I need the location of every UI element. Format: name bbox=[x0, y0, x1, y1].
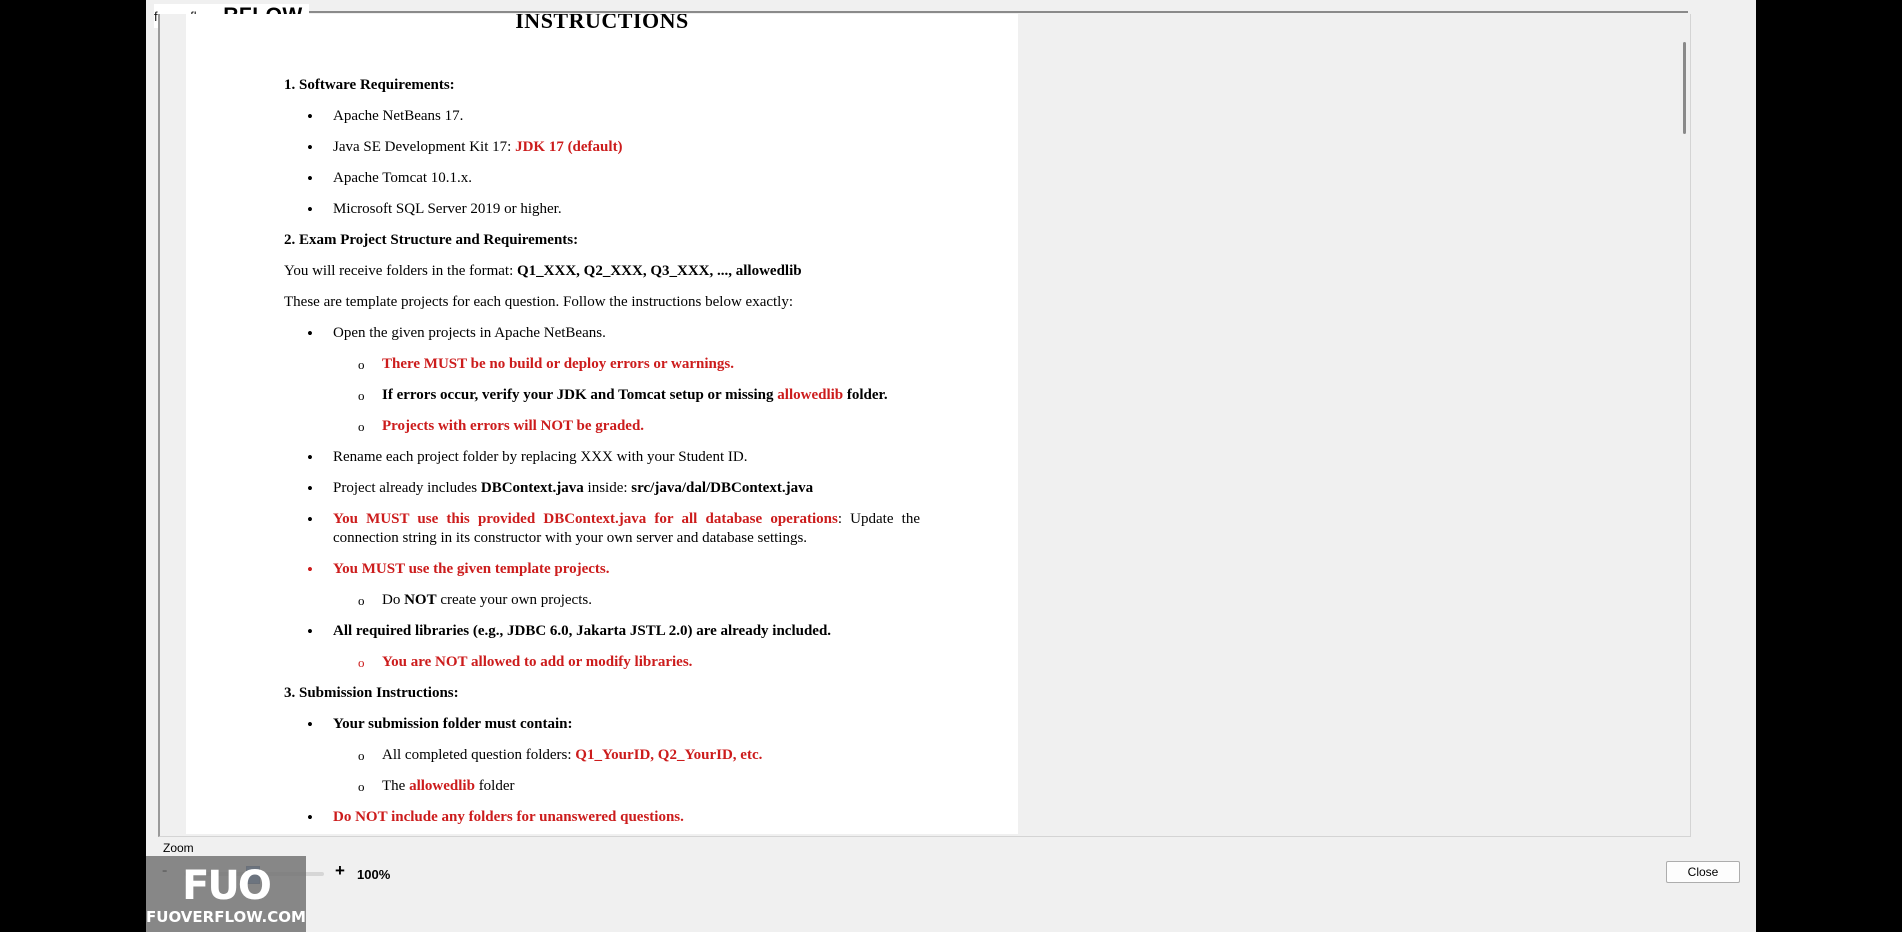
folder-highlight: Q1_YourID, Q2_YourID, etc. bbox=[575, 747, 763, 763]
list-item: Java SE Development Kit 17: JDK 17 (defa… bbox=[284, 138, 920, 157]
watermark-logo-mark: FUO bbox=[182, 863, 272, 909]
list-item-text: inside: bbox=[583, 480, 632, 496]
warning-text: Do NOT include any folders for unanswere… bbox=[333, 809, 684, 825]
sub-list-item: Do NOT create your own projects. bbox=[284, 591, 920, 610]
section-heading-software: 1. Software Requirements: bbox=[284, 77, 455, 93]
list-item-text: Open the given projects in Apache NetBea… bbox=[333, 325, 606, 341]
list-item-text: Rename each project folder by replacing … bbox=[333, 449, 748, 465]
folder-highlight: allowedlib bbox=[409, 778, 475, 794]
sub-list-item: All completed question folders: Q1_YourI… bbox=[284, 746, 920, 765]
list-item-text: Project already includes bbox=[333, 480, 481, 496]
paragraph-receive: You will receive folders in the format: … bbox=[284, 262, 920, 281]
sub-list-item-text: If errors occur, verify your JDK and Tom… bbox=[382, 387, 778, 403]
sub-list-item-text: create your own projects. bbox=[436, 592, 592, 608]
watermark-logo: FUO FUOVERFLOW.COM bbox=[146, 856, 306, 932]
list-item-text: Apache Tomcat 10.1.x. bbox=[333, 170, 473, 186]
folder-format: Q1_XXX, Q2_XXX, Q3_XXX, ..., allowedlib bbox=[517, 263, 802, 279]
section-heading-submission: 3. Submission Instructions: bbox=[284, 685, 459, 701]
emphasis-text: NOT bbox=[404, 592, 437, 608]
sub-list-item: The allowedlib folder bbox=[284, 777, 920, 796]
list-item: Microsoft SQL Server 2019 or higher. bbox=[284, 200, 920, 219]
list-item: All required libraries (e.g., JDBC 6.0, … bbox=[284, 622, 920, 641]
list-item-text: All required libraries (e.g., JDBC 6.0, … bbox=[333, 623, 832, 639]
sub-list-item: There MUST be no build or deploy errors … bbox=[284, 355, 920, 374]
list-item: Rename each project folder by replacing … bbox=[284, 448, 920, 467]
list-item: Your submission folder must contain: bbox=[284, 715, 920, 734]
sub-list-item-text: folder bbox=[474, 778, 515, 794]
document-scroll-area[interactable]: INSTRUCTIONS 1. Software Requirements: A… bbox=[158, 14, 1691, 837]
vertical-scrollbar[interactable] bbox=[1683, 42, 1686, 134]
warning-text: You are NOT allowed to add or modify lib… bbox=[382, 654, 693, 670]
doc-body: 1. Software Requirements: Apache NetBean… bbox=[284, 76, 920, 834]
warning-text: You MUST use the given template projects… bbox=[333, 561, 610, 577]
sub-list-item-text: All completed question folders: bbox=[382, 747, 576, 763]
list-item: Project already includes DBContext.java … bbox=[284, 479, 920, 498]
list-item: Open the given projects in Apache NetBea… bbox=[284, 324, 920, 343]
list-item: You MUST use this provided DBContext.jav… bbox=[284, 510, 920, 548]
paragraph-text: You will receive folders in the format: bbox=[284, 263, 518, 279]
list-item-text: Your submission folder must contain: bbox=[333, 716, 573, 732]
warning-text: You MUST use this provided DBContext.jav… bbox=[333, 511, 838, 527]
top-divider bbox=[296, 11, 1688, 13]
paragraph-template-note: These are template projects for each que… bbox=[284, 294, 794, 310]
sub-list-item: You are NOT allowed to add or modify lib… bbox=[284, 653, 920, 672]
document-viewer-window: fuoverflow RFLOW INSTRUCTIONS 1. Softwar… bbox=[146, 0, 1756, 932]
jdk-default-highlight: JDK 17 (default) bbox=[515, 139, 623, 155]
list-item-text: Apache NetBeans 17. bbox=[333, 108, 464, 124]
list-item-text: Java SE Development Kit 17: bbox=[333, 139, 516, 155]
section-heading-structure: 2. Exam Project Structure and Requiremen… bbox=[284, 232, 579, 248]
close-button[interactable]: Close bbox=[1666, 861, 1740, 883]
watermark-text: FUOVERFLOW.COM bbox=[146, 908, 306, 926]
document-page: INSTRUCTIONS 1. Software Requirements: A… bbox=[186, 14, 1018, 834]
zoom-in-button[interactable]: + bbox=[335, 861, 345, 881]
sub-list-item-text: Do bbox=[382, 592, 405, 608]
list-item: You MUST use the given template projects… bbox=[284, 560, 920, 579]
sub-list-item-text: folder. bbox=[843, 387, 888, 403]
list-item-text: Microsoft SQL Server 2019 or higher. bbox=[333, 201, 562, 217]
zoom-value: 100% bbox=[357, 867, 391, 882]
folder-highlight: allowedlib bbox=[777, 387, 844, 403]
warning-text: There MUST be no build or deploy errors … bbox=[382, 356, 734, 372]
zoom-label: Zoom bbox=[163, 841, 194, 855]
warning-text: Projects with errors will NOT be graded. bbox=[382, 418, 645, 434]
list-item: Apache NetBeans 17. bbox=[284, 107, 920, 126]
list-item: Do NOT include any folders for unanswere… bbox=[284, 808, 920, 827]
sub-list-item: Projects with errors will NOT be graded. bbox=[284, 417, 920, 436]
file-name: DBContext.java bbox=[480, 480, 584, 496]
sub-list-item-text: The bbox=[382, 778, 410, 794]
sub-list-item: If errors occur, verify your JDK and Tom… bbox=[284, 386, 920, 405]
list-item: Apache Tomcat 10.1.x. bbox=[284, 169, 920, 188]
file-path: src/java/dal/DBContext.java bbox=[631, 480, 814, 496]
doc-title: INSTRUCTIONS bbox=[515, 14, 689, 33]
